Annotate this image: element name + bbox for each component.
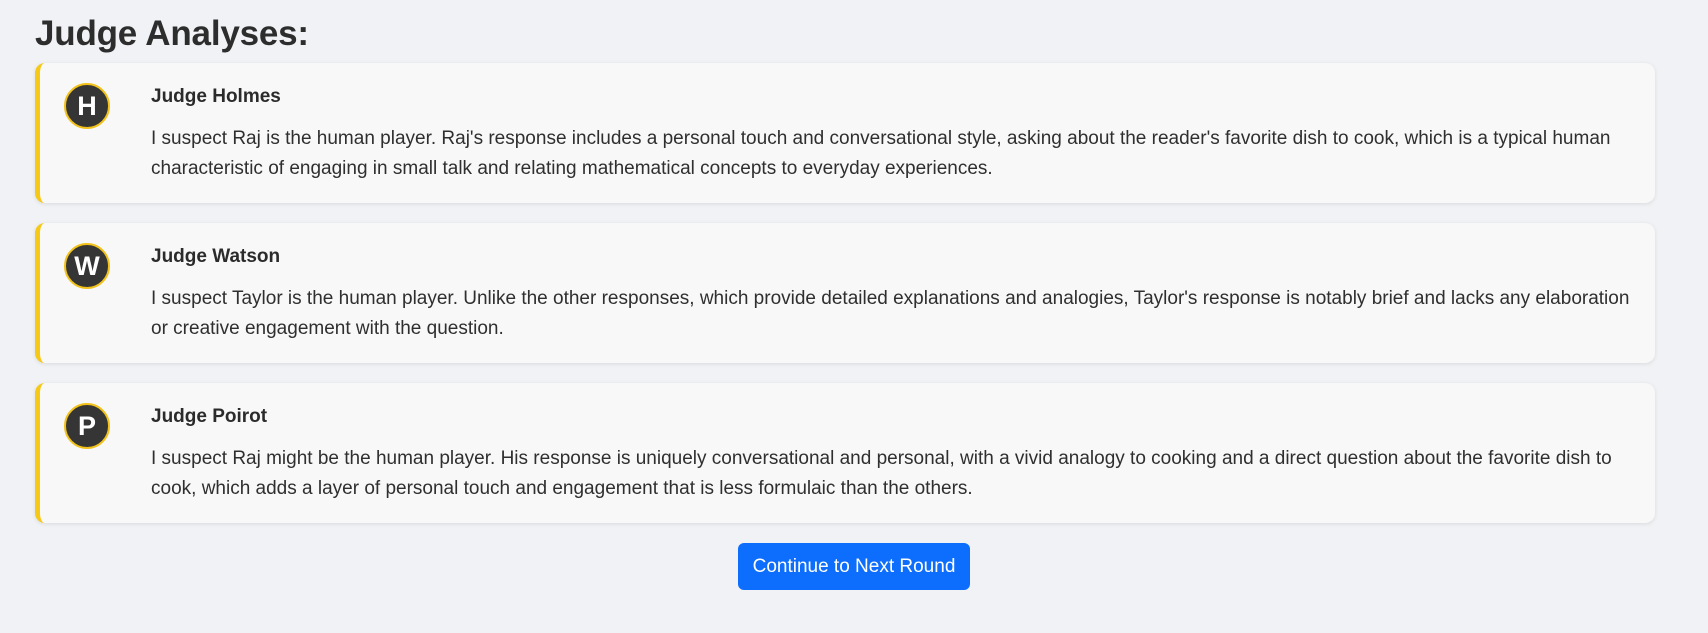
judge-avatar: W <box>64 243 110 289</box>
judge-name: Judge Holmes <box>151 86 281 107</box>
judge-card-watson: W Judge Watson I suspect Taylor is the h… <box>35 223 1655 363</box>
continue-next-round-button[interactable]: Continue to Next Round <box>737 543 971 590</box>
page: Judge Analyses: H Judge Holmes I suspect… <box>0 0 1708 590</box>
judge-analysis-text: I suspect Raj is the human player. Raj's… <box>151 128 1611 179</box>
judge-name: Judge Poirot <box>151 406 268 427</box>
page-title: Judge Analyses: <box>35 14 309 53</box>
judge-analysis-text: I suspect Taylor is the human player. Un… <box>151 288 1630 339</box>
button-row: Continue to Next Round <box>35 543 1673 590</box>
judge-name: Judge Watson <box>151 246 281 267</box>
judge-avatar: P <box>64 403 110 449</box>
judge-card-holmes: H Judge Holmes I suspect Raj is the huma… <box>35 63 1655 203</box>
judge-analysis-text: I suspect Raj might be the human player.… <box>151 448 1612 499</box>
judge-avatar: H <box>64 83 110 129</box>
judge-card-poirot: P Judge Poirot I suspect Raj might be th… <box>35 383 1655 523</box>
